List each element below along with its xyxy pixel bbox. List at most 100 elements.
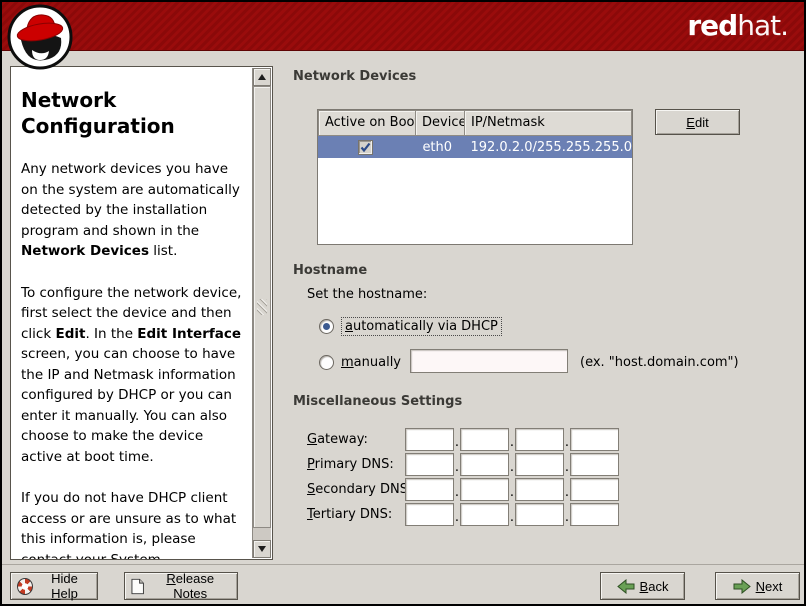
table-header-row: Active on Boot Device IP/Netmask (318, 110, 632, 136)
p2-text-mid: . In the (85, 326, 137, 342)
gateway-octet-3[interactable] (515, 428, 564, 451)
primary-dns-label: Primary DNS: (307, 457, 405, 472)
help-panel: Network Configuration Any network device… (10, 66, 273, 560)
scroll-up-icon (258, 74, 266, 80)
manual-hostname-input[interactable] (410, 349, 568, 373)
gateway-mnemonic: G (307, 432, 317, 447)
gateway-row: Gateway: ... (307, 427, 619, 451)
edit-button[interactable]: Edit (655, 109, 740, 135)
scroll-down-icon (258, 546, 266, 552)
help-paragraph-1: Any network devices you have on the syst… (21, 159, 244, 262)
tertiary-dns-row: Tertiary DNS: ... (307, 502, 619, 526)
scrollbar-up-button[interactable] (253, 68, 271, 86)
help-scrollbar[interactable] (252, 68, 271, 558)
tertiary-dns-label: Tertiary DNS: (307, 507, 405, 522)
back-mnemonic: B (640, 579, 649, 594)
scrollbar-thumb[interactable] (253, 86, 271, 528)
help-title: Network Configuration (21, 87, 244, 139)
back-button-label: Back (640, 579, 669, 594)
hide-help-label: Hide Help (38, 571, 91, 601)
auto-mnemonic: a (345, 319, 353, 334)
p2-bold-edit: Edit (55, 326, 85, 342)
tertiary-dns-octet-1[interactable] (405, 503, 454, 526)
scrollbar-down-button[interactable] (253, 540, 271, 558)
primary-dns-octet-1[interactable] (405, 453, 454, 476)
checkmark-icon (360, 142, 371, 153)
hide-help-button[interactable]: Hide Help (10, 572, 98, 600)
lifebuoy-icon (17, 578, 33, 595)
radio-manual[interactable] (319, 355, 334, 370)
release-notes-button[interactable]: Release Notes (124, 572, 238, 600)
next-rest: ext (765, 579, 782, 594)
redhat-wordmark: redhat. (687, 8, 788, 44)
tertiary-dns-octet-2[interactable] (460, 503, 509, 526)
back-rest: ack (648, 579, 668, 594)
active-on-boot-cell (318, 140, 413, 155)
secondary-dns-row: Secondary DNS: ... (307, 477, 619, 501)
primary-dns-octet-4[interactable] (570, 453, 619, 476)
document-icon (131, 578, 144, 595)
p1-text-end: list. (149, 243, 177, 259)
help-paragraph-2: To configure the network device, first s… (21, 283, 244, 468)
footer-separator (2, 564, 804, 565)
primary-dns-rest: rimary DNS: (315, 457, 394, 472)
hostname-manual-option[interactable]: manually (319, 352, 401, 372)
secondary-dns-octet-3[interactable] (515, 478, 564, 501)
next-arrow-icon (733, 579, 751, 594)
edit-rest: dit (695, 115, 709, 130)
active-on-boot-checkbox[interactable] (358, 140, 373, 155)
misc-settings-section-label: Miscellaneous Settings (293, 394, 462, 409)
network-devices-table[interactable]: Active on Boot Device IP/Netmask eth0 19… (317, 109, 633, 245)
hostname-example-hint: (ex. "host.domain.com") (580, 355, 739, 370)
wordmark-bold: red (687, 9, 737, 42)
next-button[interactable]: Next (715, 572, 800, 600)
primary-dns-mnemonic: P (307, 457, 315, 472)
p2-text-end: screen, you can choose to have the IP an… (21, 346, 236, 465)
primary-dns-octet-2[interactable] (460, 453, 509, 476)
manual-rest: anually (354, 355, 401, 370)
table-row-eth0[interactable]: eth0 192.0.2.0/255.255.255.0 (318, 136, 632, 158)
edit-button-label: Edit (686, 115, 708, 130)
tertiary-dns-rest: ertiary DNS: (313, 507, 393, 522)
radio-auto-dhcp[interactable] (319, 319, 334, 334)
tertiary-dns-octet-4[interactable] (570, 503, 619, 526)
gateway-octet-4[interactable] (570, 428, 619, 451)
device-cell: eth0 (413, 140, 461, 155)
scrollbar-grip-icon (257, 299, 267, 315)
hide-help-rest: elp (60, 586, 77, 601)
wordmark-light: hat. (737, 9, 788, 42)
tertiary-dns-octet-3[interactable] (515, 503, 564, 526)
gateway-label: Gateway: (307, 432, 405, 447)
redhat-shadowman-logo-icon (7, 4, 73, 70)
radio-selected-dot (323, 323, 330, 330)
title-banner (2, 2, 804, 51)
hostname-auto-dhcp-option[interactable]: automatically via DHCP (319, 316, 502, 336)
column-header-active-on-boot[interactable]: Active on Boot (318, 110, 416, 136)
primary-dns-row: Primary DNS: ... (307, 452, 619, 476)
auto-rest: utomatically via DHCP (353, 319, 498, 334)
installer-window: { "banner": { "wordmark_bold": "red", "w… (0, 0, 806, 606)
hide-help-pre: Hide (51, 571, 78, 586)
gateway-octet-1[interactable] (405, 428, 454, 451)
next-mnemonic: N (756, 579, 765, 594)
secondary-dns-octet-1[interactable] (405, 478, 454, 501)
ip-netmask-cell: 192.0.2.0/255.255.255.0 (461, 140, 632, 155)
set-hostname-prompt: Set the hostname: (307, 287, 427, 302)
column-header-ip-netmask[interactable]: IP/Netmask (464, 110, 632, 136)
secondary-dns-rest: econdary DNS: (315, 482, 412, 497)
back-arrow-icon (617, 579, 635, 594)
network-devices-section-label: Network Devices (293, 69, 416, 84)
secondary-dns-octet-4[interactable] (570, 478, 619, 501)
p1-text: Any network devices you have on the syst… (21, 161, 240, 239)
primary-dns-octet-3[interactable] (515, 453, 564, 476)
secondary-dns-label: Secondary DNS: (307, 482, 405, 497)
manual-label[interactable]: manually (341, 355, 401, 370)
column-header-device[interactable]: Device (415, 110, 465, 136)
secondary-dns-octet-2[interactable] (460, 478, 509, 501)
back-button[interactable]: Back (600, 572, 685, 600)
help-text: Network Configuration Any network device… (11, 67, 252, 559)
auto-dhcp-label[interactable]: automatically via DHCP (341, 317, 502, 336)
p2-bold-edit-interface: Edit Interface (137, 326, 241, 342)
gateway-rest: ateway: (317, 432, 368, 447)
gateway-octet-2[interactable] (460, 428, 509, 451)
